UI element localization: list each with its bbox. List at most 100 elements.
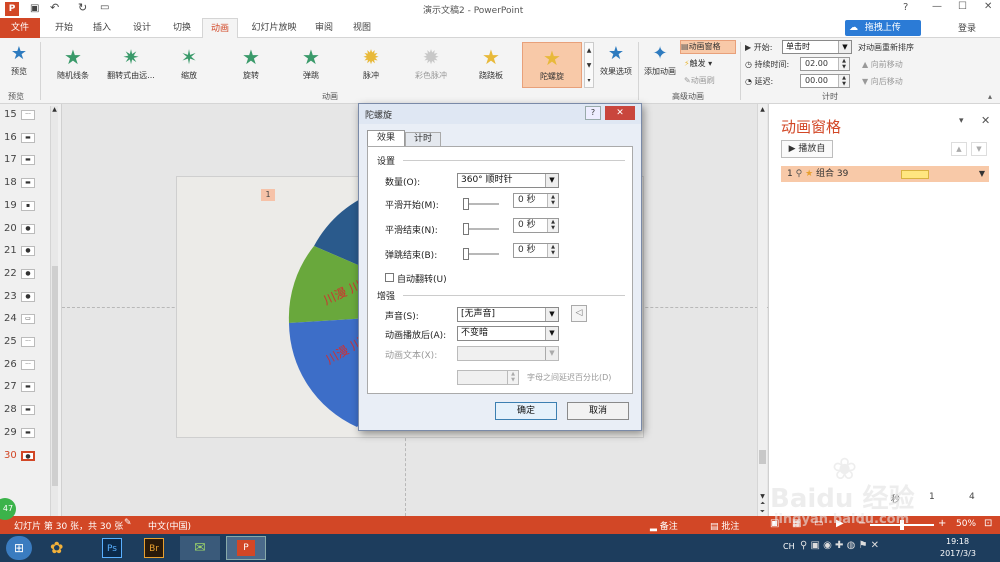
clock-date[interactable]: 2017/3/3 — [940, 549, 976, 558]
anim-zoom[interactable]: ✶ 缩放 — [160, 42, 218, 88]
bounce-end-input[interactable]: 0 秒 ▲ ▼ — [513, 243, 559, 258]
ime-indicator[interactable]: CH — [783, 542, 795, 551]
slide-thumbnail[interactable]: 24 ▭ — [0, 308, 62, 330]
slide-thumbnail[interactable]: 27 ▬ — [0, 376, 62, 398]
save-icon[interactable]: ▣ — [30, 3, 39, 14]
spin-buttons[interactable]: ▲ ▼ — [547, 194, 558, 207]
slider-knob[interactable] — [463, 248, 469, 260]
minimize-button[interactable]: — — [932, 1, 942, 12]
anim-color-pulse[interactable]: ✹ 彩色脉冲 — [402, 42, 460, 88]
tab-home[interactable]: 开始 — [46, 18, 82, 38]
anim-flip[interactable]: ✷ 翻转式由远... — [102, 42, 160, 88]
smooth-start-slider[interactable] — [463, 198, 499, 210]
bounce-end-slider[interactable] — [463, 248, 499, 260]
tab-file[interactable]: 文件 — [0, 18, 40, 38]
slide-thumbnail[interactable]: 25 ··· — [0, 331, 62, 353]
letter-delay-input[interactable]: ▲ ▼ — [457, 370, 519, 385]
collapse-ribbon-icon[interactable]: ▴ — [988, 92, 992, 101]
tab-slideshow[interactable]: 幻灯片放映 — [246, 18, 302, 38]
dialog-title-bar[interactable]: 陀螺旋 ? ✕ — [359, 104, 641, 124]
auto-reverse-checkbox[interactable] — [385, 273, 394, 282]
pane-close-icon[interactable]: ✕ — [981, 114, 990, 127]
tab-timing[interactable]: 计时 — [405, 132, 441, 146]
clock-time[interactable]: 19:18 — [946, 537, 969, 546]
gallery-scroll[interactable]: ▲ ▼ ▾ — [584, 42, 594, 88]
dialog-help-button[interactable]: ? — [585, 106, 601, 120]
slide-thumbnail[interactable]: 15 ··· — [0, 104, 62, 126]
notes-button[interactable]: ▂ 备注 — [650, 519, 678, 532]
slide-thumbnail[interactable]: 23 ● — [0, 286, 62, 308]
preview-button[interactable]: ★ 预览 — [4, 42, 34, 88]
scroll-down-icon[interactable]: ▼ — [758, 493, 767, 500]
slide-thumbnail[interactable]: 29 ▬ — [0, 422, 62, 444]
tab-animations[interactable]: 动画 — [202, 18, 238, 38]
slide-thumbnail[interactable]: 26 ··· — [0, 354, 62, 376]
start-button-icon[interactable]: ⊞ — [6, 536, 32, 560]
duration-input[interactable]: 02.00 ▲ ▼ — [800, 57, 850, 71]
photoshop-icon[interactable]: Ps — [102, 538, 122, 558]
trigger-button[interactable]: ⚡触发 ▾ — [684, 58, 712, 69]
item-dropdown-icon[interactable]: ▼ — [979, 166, 985, 182]
move-earlier-button[interactable]: ▲ 向前移动 — [862, 59, 903, 70]
slide-thumbnail[interactable]: 16 ▬ — [0, 127, 62, 149]
speaker-icon[interactable]: ◁ — [571, 305, 587, 322]
undo-icon[interactable]: ↶ — [50, 1, 59, 14]
slide-thumbnail[interactable]: 17 ▬ — [0, 149, 62, 171]
ok-button[interactable]: 确定 — [495, 402, 557, 420]
tab-view[interactable]: 视图 — [344, 18, 380, 38]
smooth-end-input[interactable]: 0 秒 ▲ ▼ — [513, 218, 559, 233]
animate-text-select[interactable]: ▼ — [457, 346, 559, 361]
redo-icon[interactable]: ↻ — [78, 1, 87, 14]
animation-list-item[interactable]: 1 ⚲ ★ 组合 39 ▼ — [781, 166, 989, 182]
sound-select[interactable]: [无声音] ▼ — [457, 307, 559, 322]
tab-effect[interactable]: 效果 — [367, 130, 405, 146]
move-down-icon[interactable]: ▼ — [971, 142, 987, 156]
language-indicator[interactable]: 中文(中国) — [148, 519, 191, 532]
anim-teeter[interactable]: ★ 跷跷板 — [462, 42, 520, 88]
pane-options-icon[interactable]: ▾ — [959, 116, 964, 126]
comments-button[interactable]: ▤ 批注 — [710, 519, 739, 532]
slide-thumbnail[interactable]: 28 ▬ — [0, 399, 62, 421]
next-slide-icon[interactable]: ⏷ — [758, 508, 767, 516]
wechat-icon[interactable]: ✉ — [180, 536, 220, 560]
slide-thumbnail[interactable]: 30 ● — [0, 445, 62, 467]
effect-options-button[interactable]: ★ 效果选项 — [596, 42, 636, 88]
anim-bounce[interactable]: ★ 弹跳 — [282, 42, 340, 88]
slide-thumbnail[interactable]: 18 ▬ — [0, 172, 62, 194]
after-animation-select[interactable]: 不变暗 ▼ — [457, 326, 559, 341]
animation-painter-button[interactable]: ✎动画刷 — [684, 75, 715, 86]
spin-buttons[interactable]: ▲ ▼ — [838, 75, 849, 87]
tab-transitions[interactable]: 切换 — [164, 18, 200, 38]
delay-input[interactable]: 00.00 ▲ ▼ — [800, 74, 850, 88]
editor-scrollbar[interactable]: ▲ ▼ ⏶ ⏷ — [757, 104, 767, 516]
cloud-upload-button[interactable]: ☁ 拖拽上传 — [845, 20, 921, 36]
spin-buttons[interactable]: ▲ ▼ — [547, 244, 558, 257]
auto-reverse-label[interactable]: 自动翻转(U) — [397, 272, 447, 285]
dialog-close-button[interactable]: ✕ — [605, 106, 635, 120]
close-button[interactable]: ✕ — [984, 1, 992, 12]
tab-insert[interactable]: 插入 — [84, 18, 120, 38]
prev-slide-icon[interactable]: ⏶ — [758, 500, 767, 508]
animation-tag[interactable]: 1 — [261, 189, 275, 201]
bridge-icon[interactable]: Br — [144, 538, 164, 558]
spellcheck-icon[interactable]: ✎ — [124, 518, 132, 528]
powerpoint-taskbar-icon[interactable]: P — [226, 536, 266, 560]
spin-buttons[interactable]: ▲ ▼ — [547, 219, 558, 232]
help-button[interactable]: ? — [903, 2, 908, 13]
scroll-up-icon[interactable]: ▲ — [758, 106, 767, 113]
start-select[interactable]: 单击时 ▼ — [782, 40, 852, 54]
maximize-button[interactable]: ☐ — [958, 1, 967, 12]
anim-spinner-selected[interactable]: ★ 陀螺旋 — [522, 42, 582, 88]
smooth-start-input[interactable]: 0 秒 ▲ ▼ — [513, 193, 559, 208]
slide-thumbnail[interactable]: 21 ● — [0, 240, 62, 262]
add-animation-button[interactable]: ✦ 添加动画 — [640, 42, 680, 88]
tab-design[interactable]: 设计 — [124, 18, 160, 38]
cancel-button[interactable]: 取消 — [567, 402, 629, 420]
app-flower-icon[interactable]: ✿ — [50, 538, 72, 558]
start-from-beginning-icon[interactable]: ▭ — [100, 2, 109, 13]
anim-spin[interactable]: ★ 旋转 — [222, 42, 280, 88]
smooth-end-slider[interactable] — [463, 223, 499, 235]
tray-icons[interactable]: ⚲ ▣ ◉ ✚ ◍ ⚑ ✕ — [800, 540, 879, 551]
amount-select[interactable]: 360° 顺时针 ▼ — [457, 173, 559, 188]
slide-thumbnail[interactable]: 20 ● — [0, 218, 62, 240]
